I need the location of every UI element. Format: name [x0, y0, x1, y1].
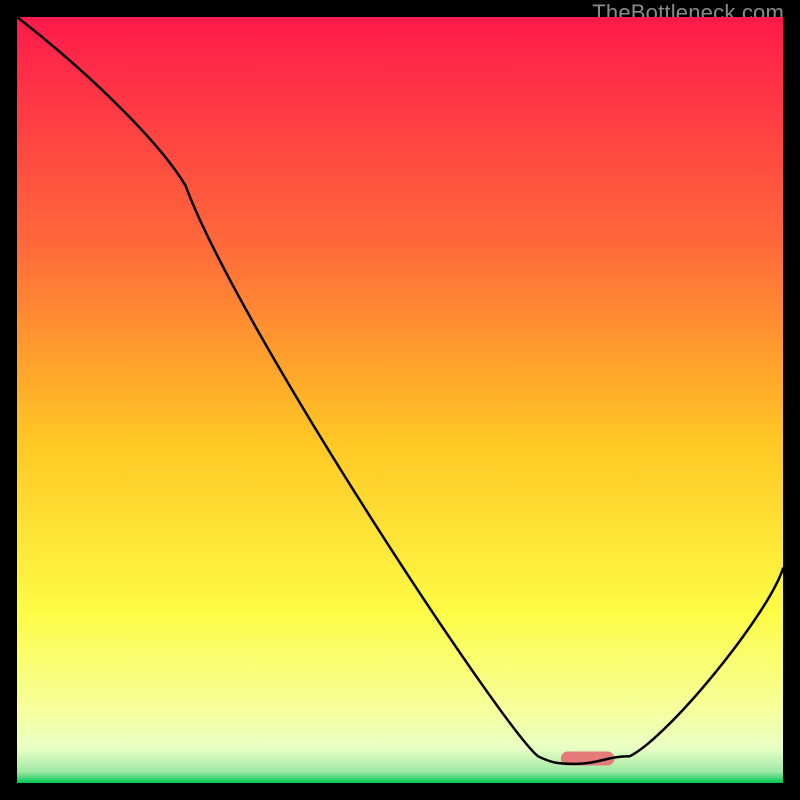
plot-area — [17, 17, 783, 783]
chart-container: TheBottleneck.com — [0, 0, 800, 800]
gradient-background — [17, 17, 783, 783]
chart-svg — [17, 17, 783, 783]
